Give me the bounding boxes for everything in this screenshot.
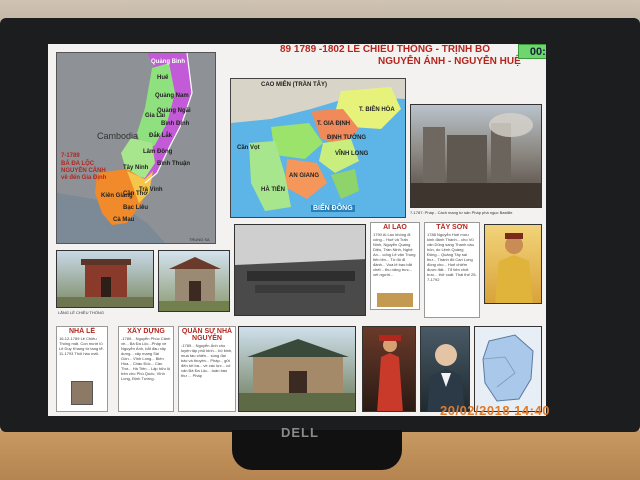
mekong-provinces-map: CAO MIÊN (TRẦN TÂY) T. BIÊN HÒA T. GIA Đ… — [230, 78, 406, 218]
bastille-painting — [410, 104, 542, 208]
xay-dung-box: XÂY DỰNG -1789... Nguyễn Phúc Cảnh về...… — [118, 326, 174, 412]
map-province-label: Cần Vọt — [237, 145, 260, 151]
map-left-caption: TRUNG SA — [189, 237, 210, 242]
map-province-label: AN GIANG — [289, 173, 319, 179]
quan-su-body: -1789... Nguyễn Ánh cho luyện tập phủ bi… — [181, 343, 233, 378]
tay-son-box: TÂY SƠN 1788 Nguyễn Huệ mưu kinh đánh Th… — [424, 222, 480, 318]
map-province-label: VĨNH LONG — [335, 151, 369, 157]
emperor-portrait-image — [495, 233, 533, 303]
map-label-cambodia: Cambodia — [97, 131, 139, 141]
map-label-ba-da-loc: BÁ ĐA LỘC — [61, 161, 95, 167]
camera-datestamp: 20/02/2018 14:40 — [440, 403, 550, 418]
soldier-portrait — [362, 326, 416, 412]
map-province-label: T. GIA ĐỊNH — [317, 121, 351, 127]
presentation-timer: 00:31 — [518, 44, 546, 59]
xay-dung-title: XÂY DỰNG — [127, 328, 165, 335]
map-region-label: Quảng Bình — [151, 59, 185, 65]
map-region-label: Bình Thuận — [157, 161, 190, 167]
bastille-caption: 7-1787: Pháp - Cách mạng tư sản Pháp phá… — [410, 210, 513, 215]
quan-su-box: QUÂN SỰ NHÀ NGUYỄN -1789... Nguyễn Ánh c… — [178, 326, 236, 412]
slide-screen: 89 1789 -1802 LÊ CHIÊU THỐNG - TRỊNH BỐ … — [48, 44, 546, 416]
tomb-pavilion-image — [159, 257, 229, 311]
monitor-brand-logo: DELL — [281, 425, 319, 440]
xay-dung-body: -1789... Nguyễn Phúc Cảnh về... Bá Đa Lộ… — [121, 336, 171, 381]
slide-title-line2: NGUYỄN ÁNH - NGUYỄN HUỆ — [378, 56, 521, 67]
map-region-label: Tây Ninh — [123, 165, 149, 171]
map-province-label: HÀ TIÊN — [261, 187, 285, 193]
tomb-gate-image — [57, 259, 153, 307]
map-region-label: Quảng Nam — [155, 93, 189, 99]
nha-le-title: NHÀ LÊ — [68, 328, 96, 335]
emperor-portrait — [484, 224, 542, 304]
map-region-label: Bạc Liêu — [123, 205, 149, 211]
map-region-label: Huế — [157, 75, 169, 81]
map-label-bien-dong: BIỂN ĐÔNG — [311, 205, 355, 212]
ai-lao-body: 1790 Ai Lao không đi cống... Huế và Trấn… — [373, 232, 416, 277]
southern-vietnam-map: Cambodia 7-1789 BÁ ĐA LỘC NGUYỄN CẢNH về… — [56, 52, 216, 244]
map-label-cao-mien: CAO MIÊN (TRẦN TÂY) — [261, 82, 327, 88]
map-region-label: Đắk Lắk — [149, 133, 173, 139]
france-map-image — [482, 334, 534, 402]
nha-le-portrait — [71, 381, 93, 405]
map-label-gia-dinh: về đến Gia Định — [61, 175, 107, 181]
tomb-photo-caption: LĂNG LÊ CHIÊU THỐNG — [58, 310, 104, 315]
gentleman-portrait-image — [427, 344, 465, 411]
slide-title-line1: 89 1789 -1802 LÊ CHIÊU THỐNG - TRỊNH BỐ — [280, 44, 491, 55]
tay-son-title: TÂY SƠN — [436, 224, 468, 231]
southern-vietnam-map-shape — [57, 53, 215, 243]
ai-lao-box: AI LAO 1790 Ai Lao không đi cống... Huế … — [370, 222, 420, 310]
temple-photo-image — [239, 339, 355, 411]
ai-lao-title: AI LAO — [383, 224, 407, 231]
map-label-date: 7-1789 — [61, 153, 80, 159]
tomb-photo-2 — [158, 250, 230, 312]
bastille-painting-image — [411, 113, 541, 207]
quan-su-title: QUÂN SỰ NHÀ NGUYỄN — [181, 328, 233, 342]
nha-le-body: 16-12-1789 Lê Chiêu Thống mất. Con mười … — [59, 336, 104, 356]
map-label-nguyen-canh: NGUYỄN CẢNH — [61, 168, 106, 174]
temple-photo — [238, 326, 356, 412]
gentleman-portrait — [420, 326, 470, 412]
map-region-label: Gia Lai — [145, 113, 166, 119]
historical-photo-image — [235, 225, 365, 315]
map-province-label: ĐỊNH TƯỜNG — [327, 135, 367, 141]
map-region-label: Bình Định — [161, 121, 190, 127]
ai-lao-photo — [377, 293, 413, 307]
map-region-label: Trà Vinh — [139, 187, 163, 193]
map-region-label: Lâm Đồng — [143, 149, 173, 155]
soldier-portrait-image — [377, 335, 403, 411]
nha-le-box: NHÀ LÊ 16-12-1789 Lê Chiêu Thống mất. Co… — [56, 326, 108, 412]
tay-son-body: 1788 Nguyễn Huệ mưu kinh đánh Thành... c… — [427, 232, 477, 282]
france-map — [474, 326, 542, 412]
tomb-photo-1 — [56, 250, 154, 308]
map-province-label: T. BIÊN HÒA — [359, 107, 395, 113]
historical-photo-crowd — [234, 224, 366, 316]
map-region-label: Cà Mau — [113, 217, 135, 223]
